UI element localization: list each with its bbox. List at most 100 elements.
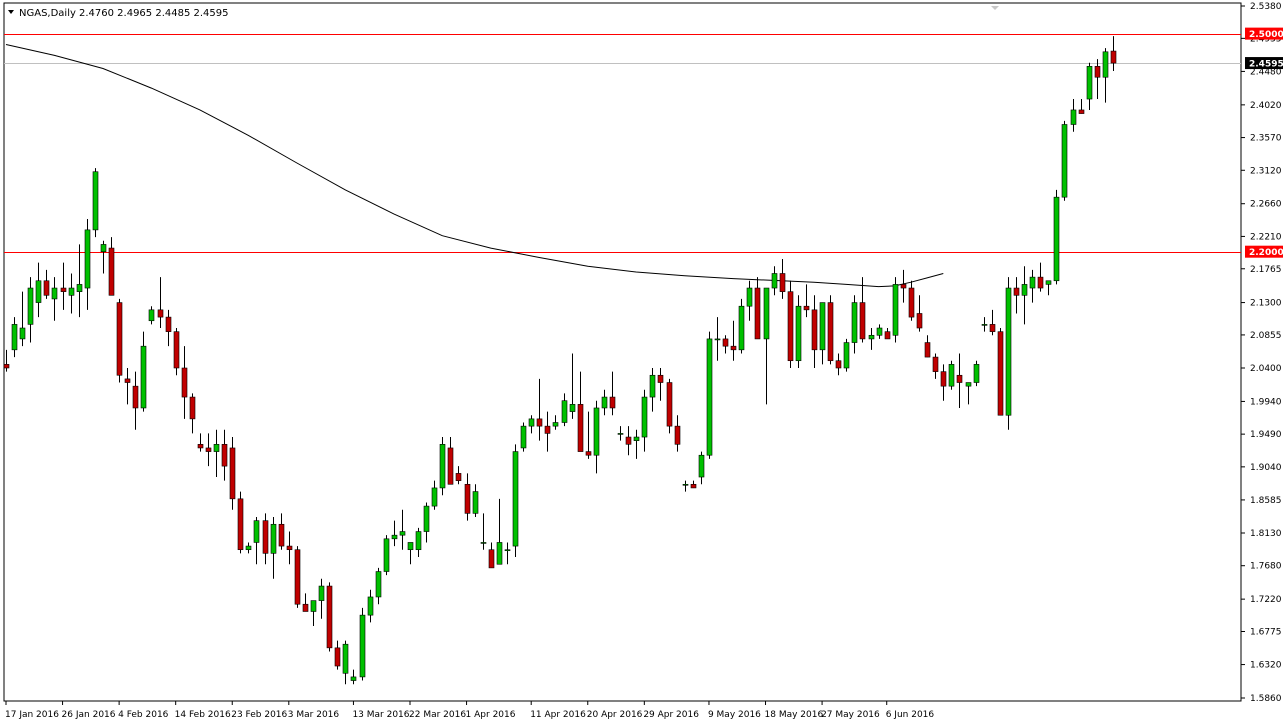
candle-body (666, 382, 673, 427)
candle-body (948, 364, 955, 387)
candle (92, 168, 99, 238)
price-axis: 2.53802.49352.44802.40202.35702.31202.26… (1241, 2, 1284, 704)
candle (1053, 189, 1060, 285)
candle-body (431, 487, 438, 507)
candle-body (900, 284, 907, 289)
chart-header: NGAS,Daily 2.4760 2.4965 2.4485 2.4595 (8, 8, 229, 19)
candle-body (197, 444, 204, 449)
candle (706, 331, 713, 459)
candle-body (997, 331, 1004, 416)
candle-body (916, 313, 923, 329)
candle-body (876, 327, 883, 336)
candle-body (504, 549, 511, 552)
candle-body (973, 364, 980, 383)
candle-body (892, 284, 899, 336)
candle-body (722, 338, 729, 347)
candle-body (811, 309, 818, 351)
ohlc-values: 2.4760 2.4965 2.4485 2.4595 (79, 8, 229, 19)
candle-body (464, 483, 471, 514)
candle-body (633, 436, 640, 441)
candle-body (270, 523, 277, 554)
candle (827, 295, 834, 365)
candle (973, 360, 980, 387)
candle-body (375, 571, 382, 598)
candle-body (884, 331, 891, 340)
price-tick-label: 1.6775 (1250, 627, 1282, 637)
candle-body (1021, 284, 1028, 296)
price-line-label: 2.2000 (1249, 248, 1284, 258)
candle-body (754, 287, 761, 340)
candle-body (11, 324, 18, 351)
price-tick-label: 1.5860 (1250, 694, 1282, 704)
candle (237, 491, 244, 554)
candle-body (819, 302, 826, 351)
candle (520, 422, 527, 452)
candle-body (771, 273, 778, 289)
candle-body (738, 305, 745, 351)
date-tick-label: 14 Feb 2016 (175, 710, 231, 720)
candle-body (649, 374, 656, 398)
price-tick-label: 2.4020 (1250, 101, 1282, 111)
candle-body (682, 483, 689, 486)
candle-body (116, 302, 123, 376)
candle-body (924, 342, 931, 358)
candle-body (92, 171, 99, 231)
candle-body (51, 287, 58, 300)
candle-body (528, 418, 535, 427)
candle (948, 360, 955, 390)
date-tick-label: 20 Apr 2016 (587, 710, 643, 720)
candle-body (278, 523, 285, 547)
candle-body (253, 520, 260, 543)
candle-body (851, 302, 858, 343)
price-tick-label: 1.7680 (1250, 562, 1282, 572)
candle-body (795, 305, 802, 362)
date-tick-label: 17 Jan 2016 (5, 710, 59, 720)
price-tick-label: 2.2660 (1250, 200, 1282, 210)
candle-body (981, 324, 988, 326)
date-tick-label: 23 Feb 2016 (231, 710, 287, 720)
plot-area[interactable] (3, 2, 1242, 702)
candle-body (488, 549, 495, 569)
price-tick-label: 2.2210 (1250, 232, 1282, 242)
price-tick-label: 1.8130 (1250, 529, 1282, 539)
candle-body (108, 247, 115, 296)
candle-body (1110, 50, 1117, 64)
candle-body (698, 454, 705, 478)
candle-body (1061, 124, 1068, 198)
candle-body (989, 324, 996, 332)
candle-body (965, 382, 972, 387)
candle-body (19, 327, 26, 340)
candle-body (237, 498, 244, 551)
candle-body (472, 491, 479, 514)
candle-body (43, 280, 50, 296)
candle-body (84, 229, 91, 289)
symbol-label: NGAS,Daily (19, 8, 76, 19)
candle-body (100, 244, 107, 252)
candle-body (956, 374, 963, 383)
candle-body (1070, 109, 1077, 125)
date-tick-label: 1 Apr 2016 (466, 710, 516, 720)
candle-body (593, 407, 600, 456)
candle-body (1086, 66, 1093, 100)
candle-body (536, 418, 543, 427)
candle-body (1005, 287, 1012, 416)
price-tick-label: 2.5380 (1250, 2, 1282, 12)
candle (892, 277, 899, 343)
candle-body (674, 425, 681, 445)
candle (666, 378, 673, 434)
candle-body (447, 447, 454, 485)
candle (229, 437, 236, 510)
candle-body (1053, 196, 1060, 282)
candle-body (763, 287, 770, 340)
price-tick-label: 1.9490 (1250, 430, 1282, 440)
date-tick-label: 3 Mar 2016 (288, 710, 340, 720)
date-tick-label: 29 Apr 2016 (643, 710, 699, 720)
candle-body (552, 422, 559, 427)
candle-body (76, 284, 83, 292)
candle-body (1029, 276, 1036, 289)
date-axis: 17 Jan 2016 26 Jan 2016 4 Feb 2016 14 Feb 2… (5, 701, 934, 720)
candle (843, 338, 850, 372)
candle-body (1078, 109, 1085, 114)
candle-body (859, 302, 866, 340)
candle-body (455, 473, 462, 481)
